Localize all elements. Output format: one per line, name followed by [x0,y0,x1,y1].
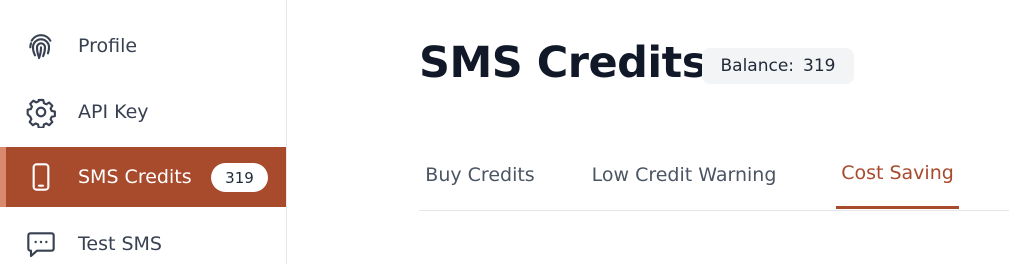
sidebar-item-sms-credits[interactable]: SMS Credits 319 [0,147,286,207]
sidebar-item-label: SMS Credits [78,166,192,188]
sidebar-item-test-sms[interactable]: Test SMS [0,214,286,274]
balance-value: 319 [803,56,836,76]
gear-icon [25,96,57,128]
count-badge: 319 [211,163,268,192]
fingerprint-icon [25,30,57,62]
sidebar-item-label: API Key [78,101,149,123]
sidebar-item-profile[interactable]: Profile [0,16,286,76]
page-title: SMS Credits [419,38,707,88]
chat-bubble-icon [25,228,57,260]
sidebar-item-api-key[interactable]: API Key [0,82,286,142]
tab-cost-saving[interactable]: Cost Saving [836,140,959,209]
tab-low-credit-warning[interactable]: Low Credit Warning [586,140,782,209]
balance-badge: Balance: 319 [702,48,854,84]
sidebar-item-label: Profile [78,35,138,57]
sidebar-item-label: Test SMS [78,233,162,255]
tab-buy-credits[interactable]: Buy Credits [419,140,541,209]
sidebar: Profile API Key SMS Credits 319 Test SMS [0,0,287,264]
tab-bar: Buy Credits Low Credit Warning Cost Savi… [419,140,1009,211]
balance-label: Balance: [720,56,795,76]
mobile-phone-icon [25,161,57,193]
